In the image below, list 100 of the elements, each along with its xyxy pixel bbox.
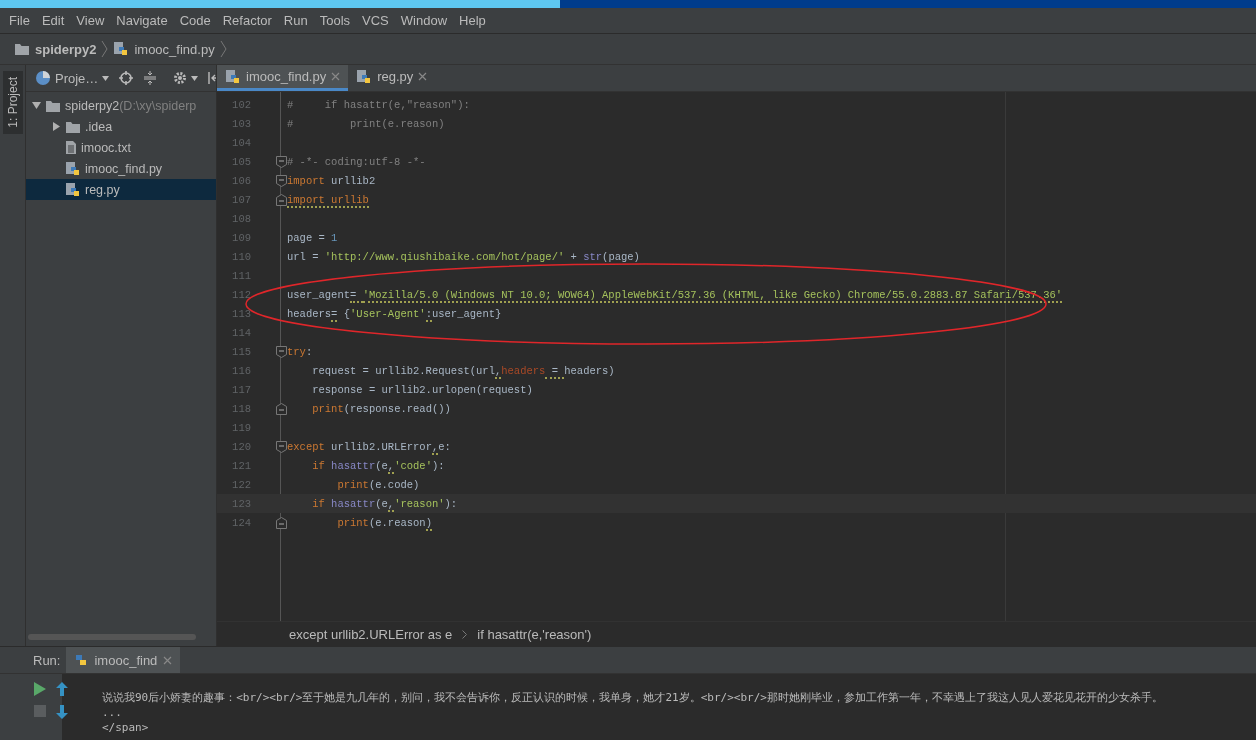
line-number: 102 [231, 98, 252, 111]
arrow-down-icon[interactable] [56, 705, 68, 719]
collapse-icon[interactable] [143, 71, 158, 85]
python-icon [74, 653, 89, 667]
menu-item[interactable]: Tools [319, 13, 351, 28]
project-view-dropdown[interactable]: Proje… [55, 70, 99, 86]
line-number: 109 [231, 231, 252, 244]
line-number: 111 [231, 269, 252, 282]
python-file-icon [65, 160, 81, 177]
menu-item[interactable]: Help [459, 13, 486, 28]
line-number: 117 [231, 383, 252, 396]
code-line: headers= {'User-Agent':user_agent} [287, 307, 502, 320]
fold-icon[interactable] [275, 440, 287, 453]
run-tab[interactable]: imooc_find [66, 647, 181, 673]
chevron-icon [462, 629, 468, 639]
expand-arrow-icon[interactable] [32, 101, 41, 110]
editor-tab[interactable]: imooc_find.py [217, 65, 349, 91]
breadcrumb-item[interactable]: imooc_find.py [134, 41, 215, 57]
fold-icon[interactable] [275, 155, 287, 168]
menu-item[interactable]: VCS [362, 13, 389, 28]
line-number: 114 [231, 326, 252, 339]
line-number: 121 [231, 459, 252, 472]
console-output-line: </span> [102, 720, 150, 735]
code-line: page = 1 [287, 231, 338, 244]
line-number: 124 [231, 516, 252, 529]
code-line: import urllib2 [287, 174, 376, 187]
code-line: if hasattr(e,'reason'): [311, 497, 458, 510]
line-number: 104 [231, 136, 252, 149]
close-icon[interactable] [163, 655, 173, 665]
folder-icon [45, 98, 61, 113]
python-file-icon [113, 41, 130, 57]
line-number: 103 [231, 117, 252, 130]
tree-item[interactable]: .idea [26, 116, 216, 137]
line-number: 113 [231, 307, 252, 320]
fold-icon[interactable] [275, 193, 287, 206]
python-file-icon [356, 68, 373, 85]
line-number: 108 [231, 212, 252, 225]
fold-icon[interactable] [275, 174, 287, 187]
code-line: response = urllib2.urlopen(request) [311, 383, 533, 396]
close-icon[interactable] [331, 72, 341, 81]
fold-icon[interactable] [275, 345, 287, 358]
code-line: # if hasattr(e,"reason"): [287, 98, 470, 111]
line-number: 112 [231, 288, 252, 301]
line-number: 106 [231, 174, 252, 187]
caret-icon[interactable] [191, 75, 199, 81]
line-number: 118 [231, 402, 252, 415]
menu-item[interactable]: Edit [41, 13, 65, 28]
project-tool-tab[interactable]: 1: Project [3, 71, 23, 134]
code-line: url = 'http://www.qiushibaike.com/hot/page/' + str(page) [287, 250, 640, 263]
chevron-icon [219, 40, 227, 58]
run-label: Run: [33, 652, 61, 668]
line-number: 119 [231, 421, 252, 434]
menu-item[interactable]: Code [179, 13, 211, 28]
expand-arrow-icon[interactable] [52, 122, 61, 131]
menu-item[interactable]: Window [400, 13, 448, 28]
menu-item[interactable]: Navigate [116, 13, 168, 28]
code-line: # -*- coding:utf-8 -*- [287, 155, 426, 168]
breadcrumb-item[interactable]: spiderpy2 [35, 41, 97, 57]
run-icon[interactable] [34, 682, 46, 696]
menu-item[interactable]: View [76, 13, 105, 28]
folder-icon [14, 42, 30, 56]
caret-icon[interactable] [102, 75, 110, 81]
fold-icon[interactable] [275, 516, 287, 529]
arrow-up-icon[interactable] [56, 682, 68, 696]
tree-item[interactable]: imooc_find.py [26, 158, 216, 179]
chevron-icon [101, 40, 109, 58]
code-line: request = urllib2.Request(url,headers = headers) [311, 364, 615, 377]
code-line: print(e.code) [336, 478, 420, 491]
line-number: 115 [231, 345, 252, 358]
code-line: import urllib [287, 193, 369, 206]
python-file-icon [65, 181, 81, 198]
console-output-line: 说说我90后小娇妻的趣事：<br/><br/>至于她是九几年的，别问，我不会告诉你，反正认识的时候，我单身，她才21岁。<br/><br/>那时她刚毕业，参加工作第一年，不幸遇上了我这人见人爱花见花开的少女杀手。 [102, 690, 1163, 705]
code-line: try: [287, 345, 313, 358]
console-output-line: ... [102, 705, 123, 720]
pie-chart-icon [35, 70, 51, 86]
code-line: print(response.read()) [311, 402, 451, 415]
tree-item[interactable]: reg.py [26, 179, 216, 200]
tree-item[interactable]: imooc.txt [26, 137, 216, 158]
line-number: 110 [231, 250, 252, 263]
breadcrumb-item[interactable]: if hasattr(e,'reason') [477, 626, 592, 642]
code-line: if hasattr(e,'code'): [311, 459, 445, 472]
close-icon[interactable] [418, 72, 428, 81]
target-icon[interactable] [119, 71, 134, 85]
code-line: # print(e.reason) [287, 117, 445, 130]
text-file-icon [65, 140, 77, 155]
folder-icon [65, 119, 81, 134]
menu-item[interactable]: File [9, 13, 30, 28]
settings-icon[interactable] [173, 71, 188, 85]
line-number: 107 [231, 193, 252, 206]
code-line: print(e.reason) [336, 516, 432, 529]
menu-item[interactable]: Refactor [222, 13, 272, 28]
line-number: 105 [231, 155, 252, 168]
fold-icon[interactable] [275, 402, 287, 415]
breadcrumb-item[interactable]: except urllib2.URLError as e [289, 626, 453, 642]
line-number: 120 [231, 440, 252, 453]
line-number: 116 [231, 364, 252, 377]
menu-item[interactable]: Run [283, 13, 308, 28]
code-line: except urllib2.URLError,e: [287, 440, 451, 453]
python-file-icon [225, 68, 241, 85]
tree-item[interactable]: spiderpy2(D:\xy\spiderp [26, 95, 216, 116]
